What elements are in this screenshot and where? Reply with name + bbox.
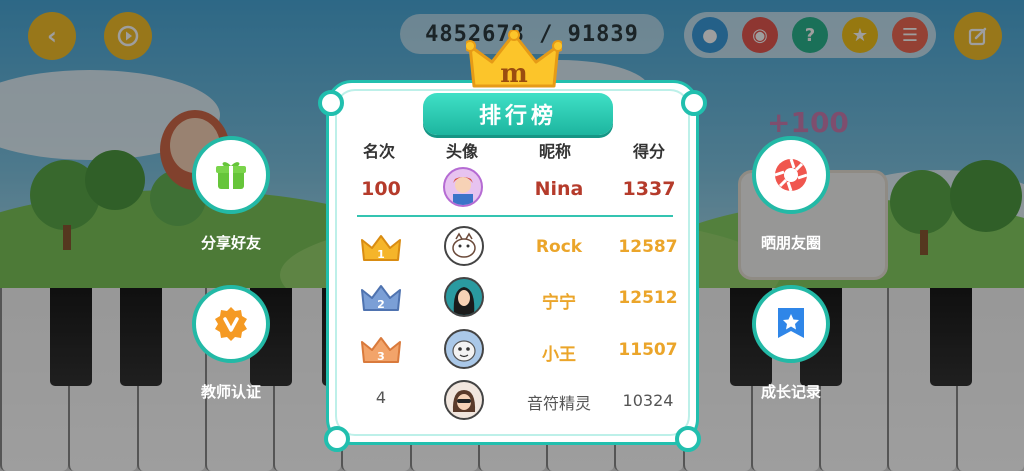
player-score: 10324 bbox=[622, 391, 674, 410]
my-nickname: Nina bbox=[534, 178, 584, 200]
panel-ornament bbox=[324, 426, 350, 452]
header-avatar: 头像 bbox=[446, 142, 479, 161]
gold-crown-icon: 1 bbox=[361, 235, 401, 261]
share-moments-button[interactable]: 晒朋友圈 bbox=[736, 136, 846, 253]
rank-number: 1 bbox=[377, 248, 385, 261]
player-score: 12512 bbox=[618, 288, 678, 308]
orange-crown-icon: 3 bbox=[361, 337, 401, 363]
my-avatar[interactable] bbox=[443, 167, 483, 207]
badge-v-icon bbox=[215, 307, 247, 341]
player-nickname: 小王 bbox=[542, 345, 576, 365]
player-score: 12587 bbox=[618, 237, 678, 257]
share-friends-button[interactable]: 分享好友 bbox=[176, 136, 286, 253]
panel-ornament bbox=[681, 90, 707, 116]
blue-crown-icon: 2 bbox=[361, 285, 401, 311]
player-avatar[interactable] bbox=[444, 329, 484, 369]
player-nickname: 音符精灵 bbox=[526, 394, 591, 413]
rank-number: 2 bbox=[377, 298, 385, 311]
gift-icon bbox=[216, 162, 246, 189]
player-avatar[interactable] bbox=[444, 226, 484, 266]
player-nickname: Rock bbox=[535, 237, 583, 257]
crown-letter: m bbox=[500, 59, 528, 89]
rank-number: 3 bbox=[377, 350, 385, 363]
rank-number: 4 bbox=[375, 388, 387, 407]
growth-record-button[interactable]: 成长记录 bbox=[736, 285, 846, 402]
panel-ornament bbox=[675, 426, 701, 452]
my-rank: 100 bbox=[361, 178, 401, 200]
player-avatar[interactable] bbox=[444, 380, 484, 420]
share-moments-label: 晒朋友圈 bbox=[760, 234, 821, 252]
teacher-cert-label: 教师认证 bbox=[200, 383, 261, 401]
header-score: 得分 bbox=[633, 142, 666, 161]
leaderboard-title: 排行榜 bbox=[423, 93, 613, 135]
header-rank: 名次 bbox=[363, 142, 396, 161]
panel-ornament bbox=[318, 90, 344, 116]
leaderboard-divider bbox=[357, 215, 673, 217]
player-score: 11507 bbox=[618, 340, 678, 360]
player-nickname: 宁宁 bbox=[542, 293, 576, 313]
crown-logo: m bbox=[464, 29, 564, 96]
camera-aperture-icon bbox=[774, 158, 808, 192]
bookmark-star-icon bbox=[778, 308, 804, 338]
header-nickname: 昵称 bbox=[539, 142, 572, 161]
share-friends-label: 分享好友 bbox=[200, 234, 261, 252]
player-avatar[interactable] bbox=[444, 277, 484, 317]
teacher-cert-button[interactable]: 教师认证 bbox=[176, 285, 286, 402]
growth-record-label: 成长记录 bbox=[760, 383, 821, 401]
my-score: 1337 bbox=[622, 178, 676, 200]
